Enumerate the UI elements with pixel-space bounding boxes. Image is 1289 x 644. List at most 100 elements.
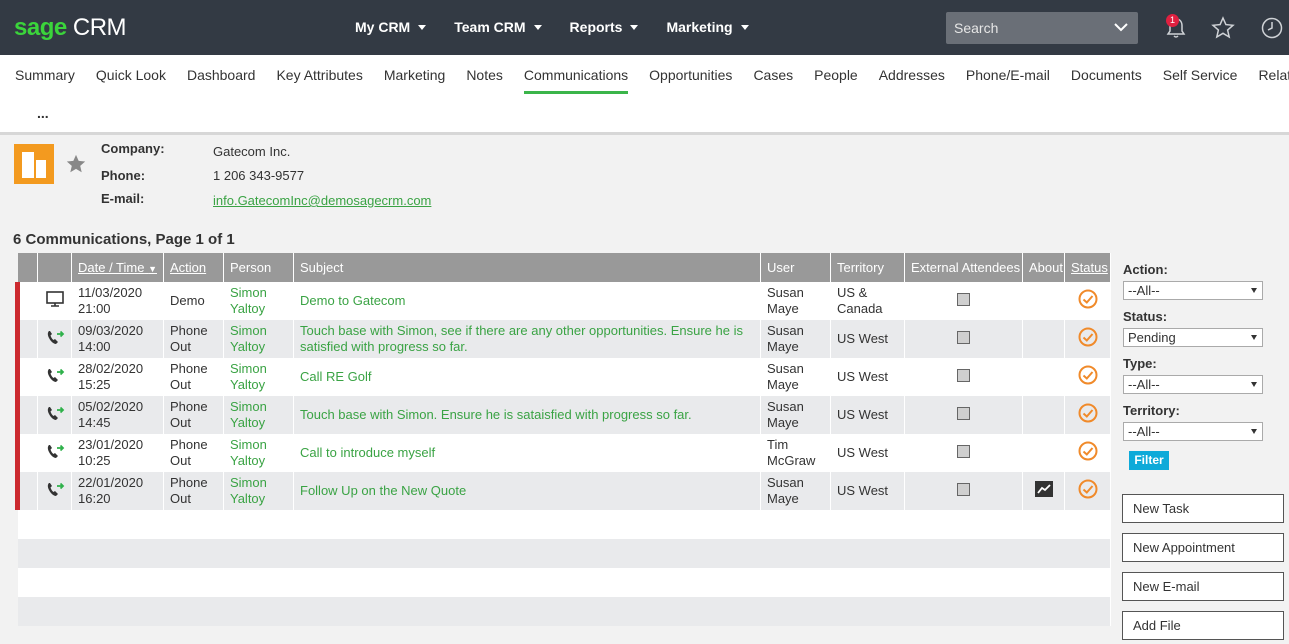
entity-tabs: Summary Quick Look Dashboard Key Attribu… — [0, 55, 1289, 135]
search-input[interactable] — [946, 12, 1106, 44]
row-user: Tim McGraw — [760, 434, 831, 472]
tab-summary[interactable]: Summary — [15, 67, 75, 94]
tab-marketing[interactable]: Marketing — [384, 67, 445, 94]
row-flag — [15, 472, 38, 510]
empty-row — [17, 539, 1111, 568]
sage-crm-logo[interactable]: sage CRM — [14, 14, 127, 42]
row-subject[interactable]: Call to introduce myself — [293, 434, 761, 472]
menu-team-crm[interactable]: Team CRM — [454, 19, 542, 35]
status-complete-icon[interactable] — [1078, 441, 1098, 461]
company-label: Company: — [101, 141, 165, 156]
tab-notes[interactable]: Notes — [466, 67, 503, 94]
main-menu: My CRM Team CRM Reports Marketing — [355, 19, 777, 35]
row-person[interactable]: Simon Yaltoy — [223, 396, 294, 434]
row-action: Phone Out — [163, 396, 224, 434]
tab-opportunities[interactable]: Opportunities — [649, 67, 732, 94]
tab-key-attributes[interactable]: Key Attributes — [276, 67, 362, 94]
type-filter-select[interactable]: --All-- — [1123, 375, 1263, 394]
sort-desc-icon: ▼ — [148, 264, 158, 274]
row-territory: US West — [830, 472, 905, 510]
row-subject[interactable]: Demo to Gatecom — [293, 282, 761, 320]
phone-out-icon — [47, 406, 64, 420]
row-user: Susan Maye — [760, 358, 831, 396]
row-person[interactable]: Simon Yaltoy — [223, 472, 294, 510]
tab-documents[interactable]: Documents — [1071, 67, 1142, 94]
row-flag — [15, 434, 38, 472]
header-date-time[interactable]: Date / Time ▼ — [71, 253, 164, 282]
filter-button[interactable]: Filter — [1129, 451, 1169, 470]
status-complete-icon[interactable] — [1078, 289, 1098, 309]
company-name: Gatecom Inc. — [213, 144, 291, 159]
status-complete-icon[interactable] — [1078, 365, 1098, 385]
row-person[interactable]: Simon Yaltoy — [223, 320, 294, 358]
search-box — [946, 12, 1138, 44]
notification-badge: 1 — [1166, 14, 1179, 27]
phone-out-icon — [47, 330, 64, 344]
row-about — [1022, 434, 1065, 472]
table-row[interactable]: 11/03/2020 21:00 Demo Simon Yaltoy Demo to… — [15, 282, 1111, 320]
row-person[interactable]: Simon Yaltoy — [223, 434, 294, 472]
menu-marketing[interactable]: Marketing — [666, 19, 749, 35]
email-link[interactable]: info.GatecomInc@demosagecrm.com — [213, 193, 431, 208]
row-person[interactable]: Simon Yaltoy — [223, 282, 294, 320]
tab-quick-look[interactable]: Quick Look — [96, 67, 166, 94]
tab-addresses[interactable]: Addresses — [879, 67, 945, 94]
tab-phone-email[interactable]: Phone/E-mail — [966, 67, 1050, 94]
tab-relationships[interactable]: Relat — [1258, 67, 1289, 94]
status-complete-icon[interactable] — [1078, 403, 1098, 423]
territory-filter-select[interactable]: --All-- — [1123, 422, 1263, 441]
status-filter-select[interactable]: Pending — [1123, 328, 1263, 347]
row-time: 21:00 — [78, 301, 111, 316]
tab-self-service[interactable]: Self Service — [1163, 67, 1238, 94]
add-file-button[interactable]: Add File — [1122, 611, 1284, 640]
new-task-button[interactable]: New Task — [1122, 494, 1284, 523]
row-subject[interactable]: Touch base with Simon. Ensure he is sata… — [293, 396, 761, 434]
external-attendees-checkbox — [957, 406, 970, 420]
table-row[interactable]: 23/01/2020 10:25 Phone Out Simon Yaltoy Ca… — [15, 434, 1111, 472]
menu-my-crm[interactable]: My CRM — [355, 19, 427, 35]
phone-value: 1 206 343-9577 — [213, 168, 305, 183]
tab-dashboard[interactable]: Dashboard — [187, 67, 256, 94]
table-row[interactable]: 28/02/2020 15:25 Phone Out Simon Yaltoy Ca… — [15, 358, 1111, 396]
row-user: Susan Maye — [760, 320, 831, 358]
clock-icon[interactable] — [1260, 16, 1284, 40]
row-action: Phone Out — [163, 434, 224, 472]
header-action[interactable]: Action — [163, 253, 224, 282]
dropdown-arrow-icon — [1251, 382, 1257, 387]
phone-out-icon — [47, 444, 64, 458]
external-attendees-checkbox — [957, 330, 970, 344]
status-complete-icon[interactable] — [1078, 327, 1098, 347]
table-row[interactable]: 09/03/2020 14:00 Phone Out Simon Yaltoy To… — [15, 320, 1111, 358]
header-status[interactable]: Status — [1064, 253, 1111, 282]
more-tabs-button[interactable]: ... — [37, 105, 49, 121]
star-icon[interactable] — [1211, 16, 1235, 40]
table-row[interactable]: 05/02/2020 14:45 Phone Out Simon Yaltoy To… — [15, 396, 1111, 434]
tab-communications[interactable]: Communications — [523, 67, 629, 94]
row-subject[interactable]: Touch base with Simon, see if there are … — [293, 320, 761, 358]
external-attendees-checkbox — [957, 444, 970, 458]
row-subject[interactable]: Call RE Golf — [293, 358, 761, 396]
status-complete-icon[interactable] — [1078, 479, 1098, 499]
phone-out-icon — [47, 368, 64, 382]
header-flag — [17, 253, 38, 282]
opportunity-icon[interactable] — [1034, 481, 1053, 497]
row-flag — [15, 320, 38, 358]
menu-reports[interactable]: Reports — [570, 19, 639, 35]
table-row[interactable]: 22/01/2020 16:20 Phone Out Simon Yaltoy Fo… — [15, 472, 1111, 510]
row-person[interactable]: Simon Yaltoy — [223, 358, 294, 396]
new-email-button[interactable]: New E-mail — [1122, 572, 1284, 601]
action-filter-label: Action: — [1123, 262, 1168, 277]
new-appointment-button[interactable]: New Appointment — [1122, 533, 1284, 562]
tab-people[interactable]: People — [814, 67, 858, 94]
row-territory: US West — [830, 434, 905, 472]
chevron-down-icon[interactable] — [1114, 20, 1128, 34]
type-filter-label: Type: — [1123, 356, 1157, 371]
row-action: Phone Out — [163, 320, 224, 358]
header-subject: Subject — [293, 253, 761, 282]
row-flag — [15, 282, 38, 320]
favourite-star-icon[interactable] — [65, 153, 87, 175]
tab-cases[interactable]: Cases — [753, 67, 793, 94]
action-filter-select[interactable]: --All-- — [1123, 281, 1263, 300]
row-subject[interactable]: Follow Up on the New Quote — [293, 472, 761, 510]
header-person: Person — [223, 253, 294, 282]
